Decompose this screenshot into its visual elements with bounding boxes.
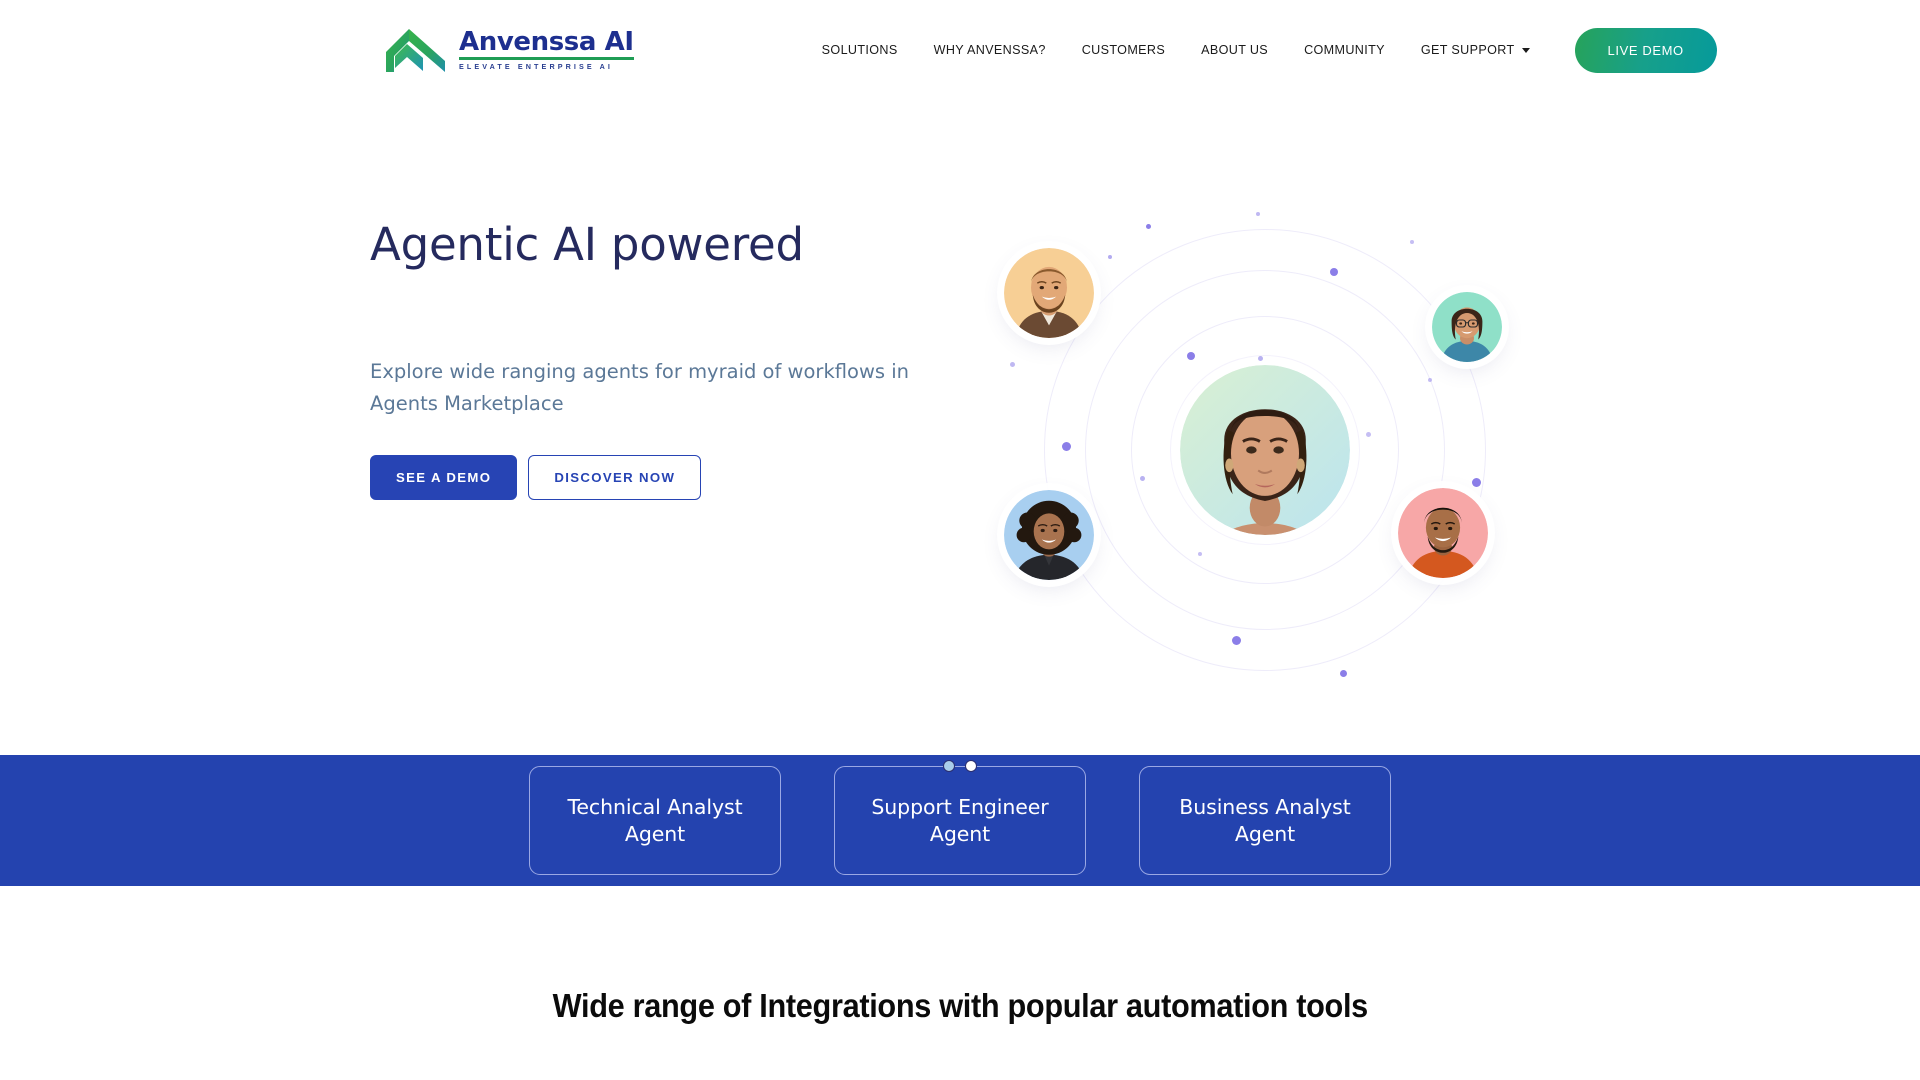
hero-actions: SEE A DEMO DISCOVER NOW: [370, 455, 990, 501]
orbit-dot: [1366, 432, 1371, 437]
orbit-dot: [1232, 636, 1241, 645]
chevron-down-icon: [1521, 47, 1530, 53]
nav-item-get-support-label: GET SUPPORT: [1420, 43, 1515, 57]
nav-item-solutions[interactable]: SOLUTIONS: [804, 35, 916, 65]
orbit-dot: [1198, 552, 1202, 556]
avatar-top-left: [1004, 248, 1094, 338]
nav-item-community[interactable]: COMMUNITY: [1286, 35, 1403, 65]
center-avatar: [1180, 365, 1350, 535]
discover-now-button[interactable]: DISCOVER NOW: [528, 455, 702, 501]
orbit-dot: [1428, 378, 1432, 382]
orbit-dot: [1187, 352, 1195, 360]
orbit-dot: [1140, 476, 1145, 481]
brand-underline: [459, 57, 634, 60]
orbit-dot: [1258, 356, 1263, 361]
orbit-dot: [1410, 240, 1414, 244]
orbiting-avatars-graphic: [1004, 200, 1520, 700]
orbit-dot: [1108, 255, 1112, 259]
chevron-mark-icon: [385, 27, 447, 73]
nav-item-customers[interactable]: CUSTOMERS: [1064, 35, 1183, 65]
agent-card-support-engineer[interactable]: Support Engineer Agent: [834, 766, 1086, 875]
brand-text: Anvenssa AI ELEVATE ENTERPRISE AI: [459, 29, 634, 71]
carousel-dot-2[interactable]: [965, 760, 977, 772]
hero-carousel-dots: [0, 760, 1920, 772]
agent-card-business-analyst[interactable]: Business Analyst Agent: [1139, 766, 1391, 875]
brand-logo[interactable]: Anvenssa AI ELEVATE ENTERPRISE AI: [385, 27, 634, 73]
hero-title: Agentic AI powered: [370, 218, 804, 271]
orbit-dot: [1256, 212, 1260, 216]
nav-item-why-anvenssa[interactable]: WHY ANVENSSA?: [916, 35, 1064, 65]
hero-subtitle: Explore wide ranging agents for myraid o…: [370, 360, 910, 415]
see-a-demo-button[interactable]: SEE A DEMO: [370, 455, 518, 501]
orbit-dot: [1472, 478, 1481, 487]
hero-section: Agentic AI powered Explore wide ranging …: [0, 100, 1920, 772]
orbit-dot: [1340, 670, 1347, 677]
integrations-heading: Wide range of Integrations with popular …: [552, 987, 1368, 1024]
orbit-dot: [1146, 224, 1151, 229]
agent-card-technical-analyst[interactable]: Technical Analyst Agent: [529, 766, 781, 875]
site-header: Anvenssa AI ELEVATE ENTERPRISE AI SOLUTI…: [0, 0, 1920, 100]
carousel-dot-1[interactable]: [943, 760, 955, 772]
agents-band: Technical Analyst Agent Support Engineer…: [0, 755, 1920, 886]
avatar-bottom-right: [1398, 488, 1488, 578]
brand-tagline: ELEVATE ENTERPRISE AI: [459, 61, 614, 71]
nav-item-get-support[interactable]: GET SUPPORT: [1403, 35, 1548, 65]
avatar-top-right: [1432, 292, 1502, 362]
orbit-dot: [1062, 442, 1071, 451]
live-demo-button[interactable]: LIVE DEMO: [1574, 27, 1717, 73]
avatar-bottom-left: [1004, 490, 1094, 580]
integrations-section: Wide range of Integrations with popular …: [0, 886, 1920, 1025]
main-navigation: SOLUTIONS WHY ANVENSSA? CUSTOMERS ABOUT …: [804, 27, 1717, 73]
orbit-dot: [1010, 362, 1015, 367]
brand-name: Anvenssa AI: [459, 27, 634, 58]
nav-item-about-us[interactable]: ABOUT US: [1183, 35, 1286, 65]
hero-copy: Agentic AI powered Explore wide ranging …: [370, 218, 990, 501]
orbit-dot: [1330, 268, 1338, 276]
